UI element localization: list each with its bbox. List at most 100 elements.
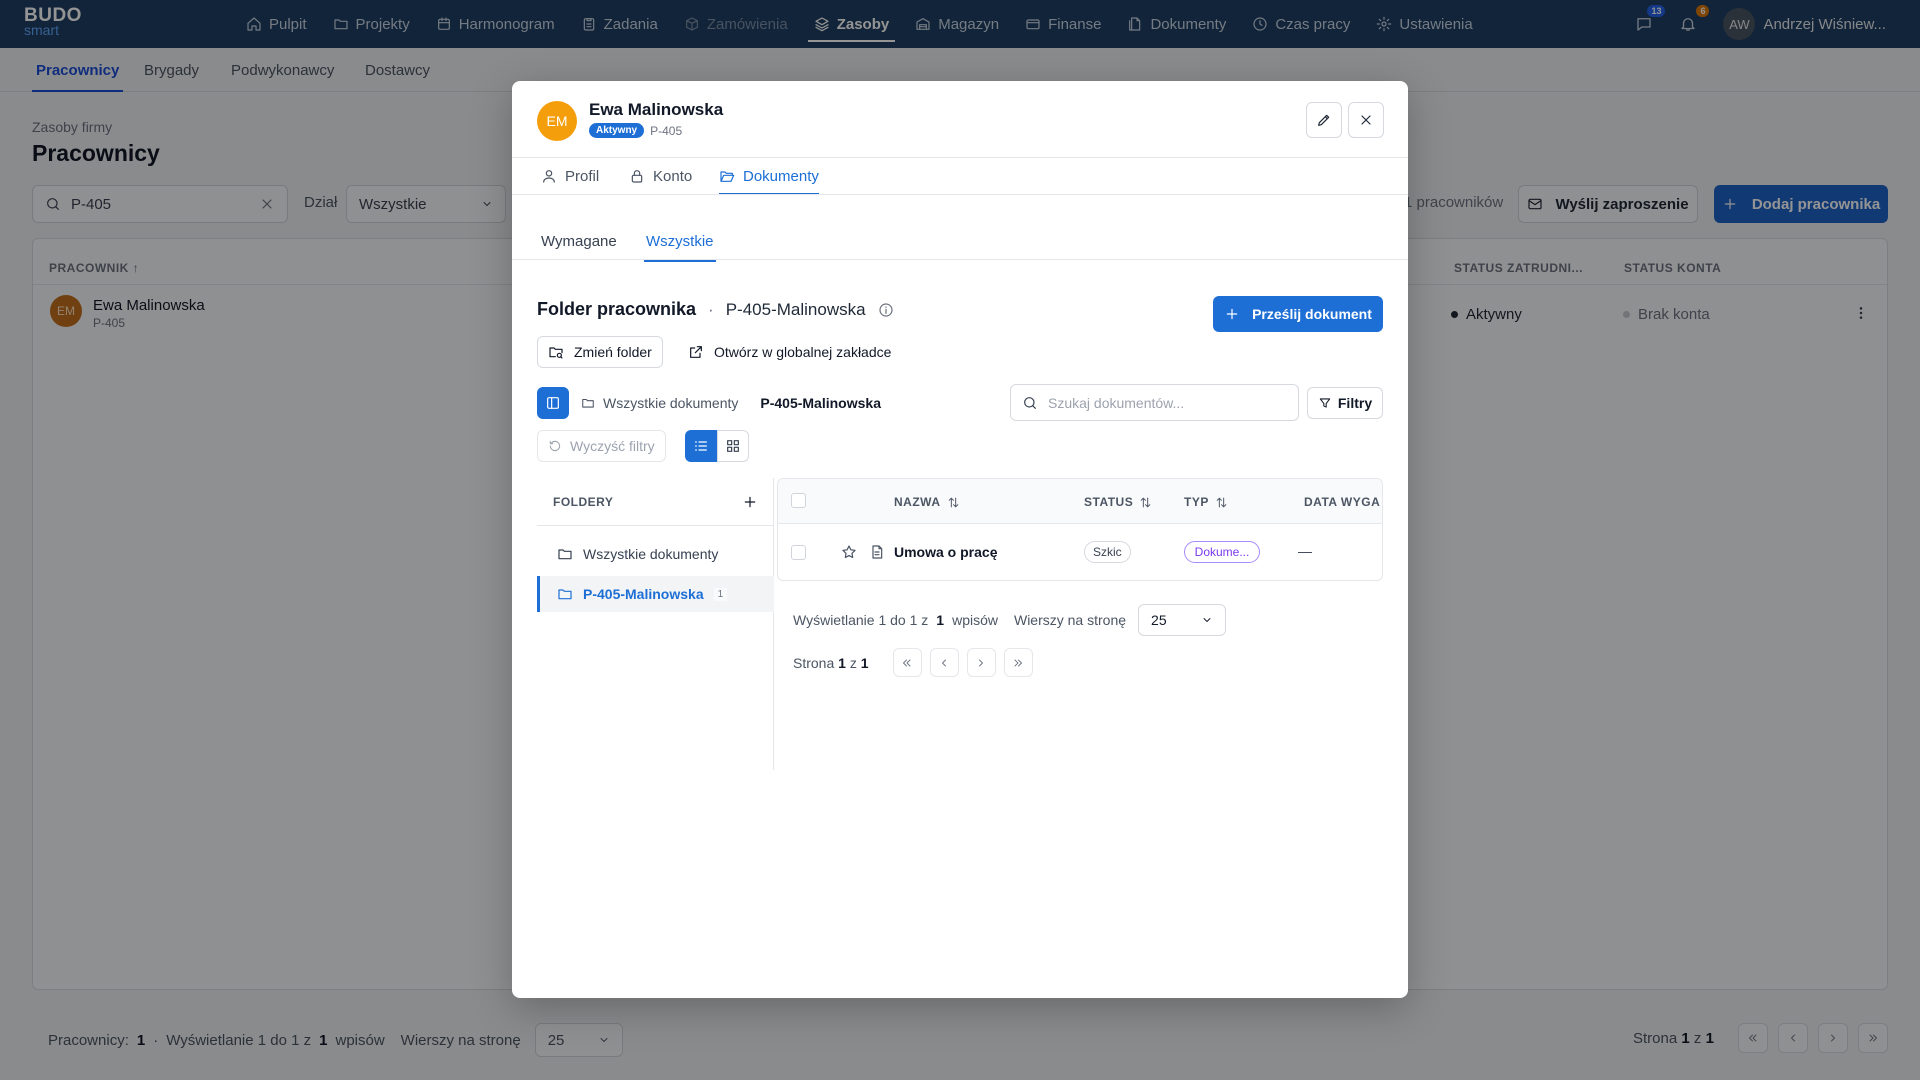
folder-label: Wszystkie dokumenty xyxy=(583,546,719,562)
tab-konto[interactable]: Konto xyxy=(629,158,692,194)
page-current: 1 xyxy=(838,654,846,671)
table-row[interactable]: Umowa o pracę Szkic Dokume... — xyxy=(778,524,1382,580)
change-folder-label: Zmień folder xyxy=(574,344,652,360)
edit-button[interactable] xyxy=(1306,102,1342,138)
rows-per-page-value: 25 xyxy=(1151,612,1167,628)
plus-icon xyxy=(1226,308,1238,320)
sidebar-toggle-button[interactable] xyxy=(537,387,569,419)
folder-icon xyxy=(582,398,594,408)
lock-icon xyxy=(631,170,643,183)
page-prefix: Strona xyxy=(793,654,835,671)
folder-name: P-405-Malinowska xyxy=(725,299,866,319)
showing-suffix: wpisów xyxy=(952,612,998,628)
info-icon[interactable] xyxy=(878,302,894,318)
document-name[interactable]: Umowa o pracę xyxy=(894,544,997,560)
chevron-right-icon xyxy=(979,659,983,666)
page-total: 1 xyxy=(860,654,869,671)
divider xyxy=(512,194,1408,195)
grid-icon xyxy=(727,440,739,452)
document-type-badge: Dokume... xyxy=(1184,541,1260,563)
add-folder-icon[interactable] xyxy=(742,494,758,510)
modal-employee-meta: Aktywny P-405 xyxy=(589,123,682,138)
prev-page-button[interactable] xyxy=(929,648,959,677)
avatar: EM xyxy=(537,101,577,141)
breadcrumb: Wszystkie dokumenty P-405-Malinowska xyxy=(581,395,881,411)
folder-open-icon xyxy=(720,171,735,182)
folder-item-all[interactable]: Wszystkie dokumenty xyxy=(537,536,774,572)
documents-info: Wyświetlanie 1 do 1 z 1 wpisów Wierszy n… xyxy=(793,604,1227,636)
rows-per-page-label: Wierszy na stronę xyxy=(1013,612,1127,628)
row-checkbox[interactable] xyxy=(791,545,806,560)
select-all-checkbox[interactable] xyxy=(791,493,806,508)
divider xyxy=(512,259,1408,260)
filters-button[interactable]: Filtry xyxy=(1307,387,1383,419)
clear-filters-label: Wyczyść filtry xyxy=(570,438,655,454)
separator: · xyxy=(708,299,714,319)
column-header-type[interactable]: TYP xyxy=(1184,495,1228,509)
folder-label: P-405-Malinowska xyxy=(583,586,704,602)
grid-view-button[interactable] xyxy=(717,430,749,462)
star-icon[interactable] xyxy=(841,544,857,560)
tab-label: Dokumenty xyxy=(743,167,819,185)
clear-filters-button[interactable]: Wyczyść filtry xyxy=(537,430,666,462)
next-page-button[interactable] xyxy=(966,648,996,677)
modal-employee-name: Ewa Malinowska xyxy=(589,100,724,119)
column-header-expiry[interactable]: DATA WYGA xyxy=(1304,495,1380,509)
document-expiry: — xyxy=(1298,543,1312,559)
folder-icon xyxy=(558,589,572,600)
employee-code: P-405 xyxy=(650,123,683,138)
showing-total: 1 xyxy=(936,612,945,628)
folder-item-employee[interactable]: P-405-Malinowska 1 xyxy=(537,576,774,612)
user-icon xyxy=(543,170,555,183)
list-icon xyxy=(695,441,707,451)
folder-count: 1 xyxy=(713,587,728,601)
first-page-button[interactable] xyxy=(892,648,922,677)
table-header: NAZWA STATUS TYP DATA WYGA xyxy=(778,479,1382,524)
sort-icon xyxy=(1140,497,1151,507)
documents-pagination: Strona 1 z 1 xyxy=(793,648,1033,677)
upload-document-button[interactable]: Prześlij dokument xyxy=(1213,296,1383,332)
rows-per-page-select[interactable]: 25 xyxy=(1138,604,1227,636)
subtab-wymagane[interactable]: Wymagane xyxy=(541,223,617,259)
sort-icon xyxy=(1216,497,1227,507)
chevrons-left-icon xyxy=(903,659,911,666)
employee-modal: EM Ewa Malinowska Aktywny P-405 Profil K… xyxy=(512,81,1408,998)
close-button[interactable] xyxy=(1348,102,1384,138)
column-label: STATUS xyxy=(1084,495,1134,509)
reset-icon xyxy=(549,440,561,452)
change-folder-button[interactable]: Zmień folder xyxy=(537,336,663,368)
folder-search-icon xyxy=(549,347,563,359)
column-header-status[interactable]: STATUS xyxy=(1084,495,1152,509)
folders-title: FOLDERY xyxy=(553,494,614,509)
column-label: DATA WYGA xyxy=(1304,495,1381,509)
open-global-label: Otwórz w globalnej zakładce xyxy=(714,344,892,360)
column-header-name[interactable]: NAZWA xyxy=(894,495,960,509)
pencil-icon xyxy=(1318,114,1330,126)
breadcrumb-current: P-405-Malinowska xyxy=(760,395,881,411)
tab-dokumenty[interactable]: Dokumenty xyxy=(719,158,819,195)
showing-text: Wyświetlanie 1 do 1 z xyxy=(793,612,929,628)
documents-table: NAZWA STATUS TYP DATA WYGA Umowa o pracę… xyxy=(777,478,1383,581)
tab-label: Profil xyxy=(565,167,600,185)
close-icon xyxy=(1361,115,1371,125)
sidebar-icon xyxy=(547,397,559,409)
chevrons-right-icon xyxy=(1014,659,1022,666)
folder-header: Folder pracownika · P-405-Malinowska xyxy=(537,299,894,320)
breadcrumb-root[interactable]: Wszystkie dokumenty xyxy=(603,395,738,411)
last-page-button[interactable] xyxy=(1003,648,1033,677)
folder-title: Folder pracownika xyxy=(537,299,697,319)
list-view-button[interactable] xyxy=(685,430,717,462)
tab-label: Konto xyxy=(653,167,693,185)
external-link-icon xyxy=(690,346,702,358)
chevron-left-icon xyxy=(942,659,946,666)
document-search-input[interactable]: Szukaj dokumentów... xyxy=(1010,384,1299,421)
open-global-tab-button[interactable]: Otwórz w globalnej zakładce xyxy=(688,336,891,368)
page-indicator: Strona 1 z 1 xyxy=(793,655,869,671)
upload-label: Prześlij dokument xyxy=(1252,306,1372,322)
tab-profil[interactable]: Profil xyxy=(541,158,599,194)
folders-header: FOLDERY xyxy=(537,478,774,526)
search-placeholder: Szukaj dokumentów... xyxy=(1048,394,1185,411)
column-label: TYP xyxy=(1184,495,1209,509)
subtab-wszystkie[interactable]: Wszystkie xyxy=(644,223,715,262)
column-label: NAZWA xyxy=(894,495,941,509)
